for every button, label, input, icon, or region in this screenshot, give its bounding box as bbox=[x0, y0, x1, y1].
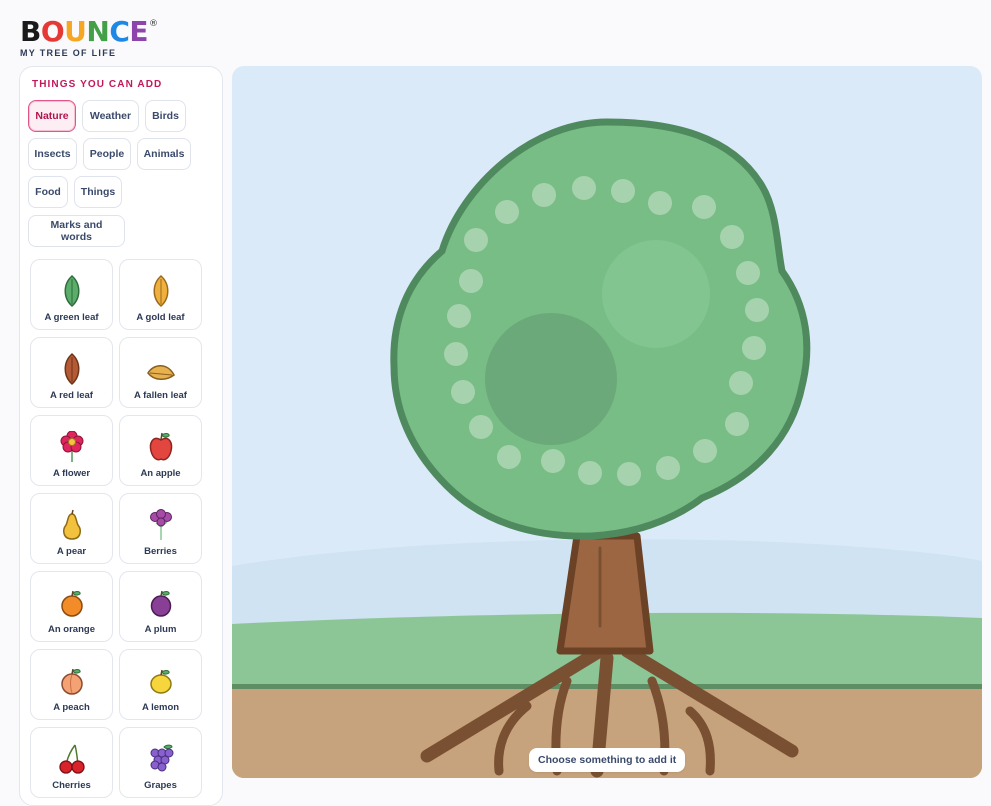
category-nature[interactable]: Nature bbox=[28, 100, 76, 132]
gold-leaf-icon bbox=[153, 275, 168, 307]
logo-letter-b: B bbox=[20, 15, 41, 48]
item-plum[interactable]: A plum bbox=[119, 571, 202, 642]
item-label: A fallen leaf bbox=[134, 390, 187, 401]
crown-shade bbox=[485, 313, 617, 445]
item-lemon[interactable]: A lemon bbox=[119, 649, 202, 720]
peach-icon bbox=[60, 668, 83, 695]
item-gold-leaf[interactable]: A gold leaf bbox=[119, 259, 202, 330]
category-food[interactable]: Food bbox=[28, 176, 68, 208]
logo-subtitle: MY TREE OF LIFE bbox=[20, 48, 117, 58]
item-label: A pear bbox=[56, 546, 87, 557]
lemon-icon bbox=[149, 669, 172, 694]
panel-title: THINGS YOU CAN ADD bbox=[32, 79, 163, 90]
item-peach[interactable]: A peach bbox=[30, 649, 113, 720]
item-flower[interactable]: A flower bbox=[30, 415, 113, 486]
item-apple[interactable]: An apple bbox=[119, 415, 202, 486]
tree-trunk bbox=[556, 532, 654, 655]
category-weather[interactable]: Weather bbox=[82, 100, 139, 132]
item-green-leaf[interactable]: A green leaf bbox=[30, 259, 113, 330]
logo-letter-o: O bbox=[40, 15, 65, 48]
item-berries[interactable]: Berries bbox=[119, 493, 202, 564]
item-label: A flower bbox=[52, 468, 91, 479]
add-items-panel: THINGS YOU CAN ADD Nature Weather Birds … bbox=[19, 66, 223, 806]
orange-icon bbox=[60, 590, 83, 617]
item-label: An apple bbox=[140, 468, 181, 479]
category-things[interactable]: Things bbox=[74, 176, 122, 208]
item-label: A lemon bbox=[141, 702, 180, 713]
apple-icon bbox=[149, 432, 172, 461]
logo-letter-u: U bbox=[64, 15, 87, 48]
item-red-leaf[interactable]: A red leaf bbox=[30, 337, 113, 408]
category-birds[interactable]: Birds bbox=[145, 100, 186, 132]
item-label: Berries bbox=[144, 546, 177, 557]
category-marks-and-words[interactable]: Marks and words bbox=[28, 215, 125, 247]
category-people[interactable]: People bbox=[83, 138, 131, 170]
tree-scene bbox=[232, 118, 982, 778]
item-label: A green leaf bbox=[44, 312, 99, 323]
category-animals[interactable]: Animals bbox=[137, 138, 191, 170]
item-grapes[interactable]: Grapes bbox=[119, 727, 202, 798]
item-orange[interactable]: An orange bbox=[30, 571, 113, 642]
registered-mark: ® bbox=[149, 19, 158, 29]
item-label: A gold leaf bbox=[136, 312, 185, 323]
grapes-icon bbox=[150, 744, 173, 772]
item-fallen-leaf[interactable]: A fallen leaf bbox=[119, 337, 202, 408]
green-leaf-icon bbox=[64, 275, 79, 307]
item-label: Grapes bbox=[144, 780, 177, 791]
logo-letter-n: N bbox=[86, 15, 110, 48]
item-label: Cherries bbox=[52, 780, 91, 791]
flower-icon bbox=[60, 431, 83, 462]
red-leaf-icon bbox=[64, 353, 79, 385]
item-label: An orange bbox=[48, 624, 95, 635]
pear-icon bbox=[62, 509, 81, 540]
plum-icon bbox=[150, 590, 171, 617]
item-cherries[interactable]: Cherries bbox=[30, 727, 113, 798]
item-label: A red leaf bbox=[50, 390, 93, 401]
logo-letter-c: C bbox=[109, 15, 130, 48]
tree-canvas[interactable]: Choose something to add it bbox=[232, 66, 982, 778]
app-logo: B O U N C E ® MY TREE OF LIFE bbox=[20, 18, 158, 59]
item-pear[interactable]: A pear bbox=[30, 493, 113, 564]
category-insects[interactable]: Insects bbox=[28, 138, 77, 170]
cherries-icon bbox=[58, 744, 85, 774]
item-label: A peach bbox=[53, 702, 90, 713]
add-hint: Choose something to add it bbox=[529, 748, 686, 772]
logo-letter-e: E bbox=[129, 15, 149, 48]
logo-wordmark: B O U N C E ® bbox=[20, 18, 158, 46]
item-label: A plum bbox=[144, 624, 177, 635]
berries-icon bbox=[149, 509, 172, 540]
fallen-leaf-icon bbox=[146, 365, 175, 380]
crown-highlight bbox=[602, 240, 710, 348]
